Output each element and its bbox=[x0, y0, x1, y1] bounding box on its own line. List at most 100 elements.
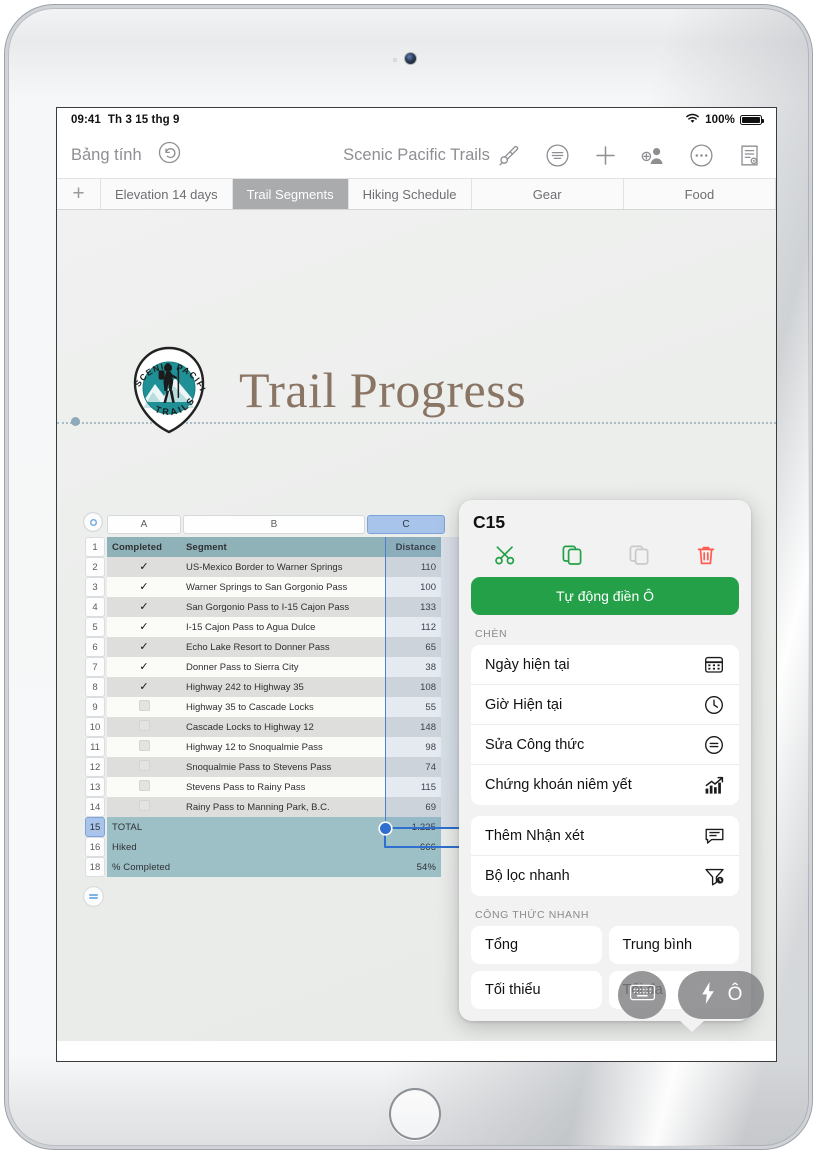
cell-segment[interactable]: I-15 Cajon Pass to Agua Dulce bbox=[181, 617, 363, 637]
table-row[interactable]: Stevens Pass to Rainy Pass 115 bbox=[107, 777, 441, 797]
menu-item-quick-filter[interactable]: Bộ lọc nhanh bbox=[471, 856, 739, 896]
row-number[interactable]: 13 bbox=[85, 777, 105, 797]
copy-icon[interactable] bbox=[557, 541, 587, 569]
cell-completed[interactable]: ✓ bbox=[107, 657, 181, 677]
format-brush-icon[interactable] bbox=[496, 142, 522, 168]
cell-completed[interactable] bbox=[107, 757, 181, 777]
formula-cell-toggle[interactable]: Ô bbox=[678, 971, 764, 1019]
cell-segment[interactable]: Rainy Pass to Manning Park, B.C. bbox=[181, 797, 363, 817]
row-number[interactable]: 1 bbox=[85, 537, 105, 557]
autofill-cell-button[interactable]: Tự động điền Ô bbox=[471, 577, 739, 615]
quick-formula-sum[interactable]: Tổng bbox=[471, 926, 602, 964]
cell-distance[interactable]: 148 bbox=[363, 717, 441, 737]
cell-distance[interactable]: 133 bbox=[363, 597, 441, 617]
row-number[interactable]: 8 bbox=[85, 677, 105, 697]
undo-icon[interactable] bbox=[158, 141, 181, 169]
document-options-icon[interactable] bbox=[736, 142, 762, 168]
cut-icon[interactable] bbox=[490, 541, 520, 569]
cell-completed[interactable] bbox=[107, 717, 181, 737]
summary-value[interactable]: 666 bbox=[363, 837, 441, 857]
table-select-handle[interactable] bbox=[83, 512, 103, 532]
trash-icon[interactable] bbox=[691, 541, 721, 569]
cell-distance[interactable]: 98 bbox=[363, 737, 441, 757]
row-number[interactable]: 7 bbox=[85, 657, 105, 677]
cell-segment[interactable]: Warner Springs to San Gorgonio Pass bbox=[181, 577, 363, 597]
table-row[interactable]: ✓ I-15 Cajon Pass to Agua Dulce 112 bbox=[107, 617, 441, 637]
row-number-selected[interactable]: 15 bbox=[85, 817, 105, 837]
table-summary-row[interactable]: TOTAL 1.225 bbox=[107, 817, 441, 837]
row-number[interactable]: 4 bbox=[85, 597, 105, 617]
row-number[interactable]: 12 bbox=[85, 757, 105, 777]
cell-segment[interactable]: Highway 35 to Cascade Locks bbox=[181, 697, 363, 717]
cell-segment[interactable]: San Gorgonio Pass to I-15 Cajon Pass bbox=[181, 597, 363, 617]
table-row[interactable]: ✓ San Gorgonio Pass to I-15 Cajon Pass 133 bbox=[107, 597, 441, 617]
table-row[interactable]: ✓ Highway 242 to Highway 35 108 bbox=[107, 677, 441, 697]
home-button[interactable] bbox=[389, 1088, 441, 1140]
table-row[interactable]: ✓ Warner Springs to San Gorgonio Pass 100 bbox=[107, 577, 441, 597]
cell-completed[interactable]: ✓ bbox=[107, 677, 181, 697]
row-number[interactable]: 5 bbox=[85, 617, 105, 637]
cell-distance[interactable]: 74 bbox=[363, 757, 441, 777]
row-number[interactable]: 11 bbox=[85, 737, 105, 757]
cell-segment[interactable]: Stevens Pass to Rainy Pass bbox=[181, 777, 363, 797]
table-row[interactable]: ✓ Donner Pass to Sierra City 38 bbox=[107, 657, 441, 677]
row-number[interactable]: 16 bbox=[85, 837, 105, 857]
sheet-tab-gear[interactable]: Gear bbox=[472, 179, 624, 209]
page-title[interactable]: Trail Progress bbox=[239, 361, 526, 419]
cell-segment[interactable]: Cascade Locks to Highway 12 bbox=[181, 717, 363, 737]
table-row[interactable]: ✓ US-Mexico Border to Warner Springs 110 bbox=[107, 557, 441, 577]
cell-segment[interactable]: Highway 12 to Snoqualmie Pass bbox=[181, 737, 363, 757]
cell-segment[interactable]: US-Mexico Border to Warner Springs bbox=[181, 557, 363, 577]
cell-distance[interactable]: 69 bbox=[363, 797, 441, 817]
table-summary-row[interactable]: % Completed 54% bbox=[107, 857, 441, 877]
cell-segment[interactable]: Highway 242 to Highway 35 bbox=[181, 677, 363, 697]
table-row[interactable]: Highway 12 to Snoqualmie Pass 98 bbox=[107, 737, 441, 757]
cell-distance[interactable]: 38 bbox=[363, 657, 441, 677]
add-row-handle[interactable] bbox=[83, 886, 104, 907]
cell-distance[interactable]: 108 bbox=[363, 677, 441, 697]
cell-completed[interactable]: ✓ bbox=[107, 577, 181, 597]
cell-completed[interactable]: ✓ bbox=[107, 557, 181, 577]
row-number[interactable]: 6 bbox=[85, 637, 105, 657]
cell-distance[interactable]: 112 bbox=[363, 617, 441, 637]
cell-completed[interactable]: ✓ bbox=[107, 637, 181, 657]
keyboard-button[interactable] bbox=[618, 971, 666, 1019]
collaborate-icon[interactable] bbox=[640, 142, 666, 168]
row-number[interactable]: 14 bbox=[85, 797, 105, 817]
summary-value[interactable]: 1.225 bbox=[363, 817, 441, 837]
row-number[interactable]: 10 bbox=[85, 717, 105, 737]
table-row[interactable]: ✓ Echo Lake Resort to Donner Pass 65 bbox=[107, 637, 441, 657]
cell-completed[interactable] bbox=[107, 737, 181, 757]
sheet-tab-hiking-schedule[interactable]: Hiking Schedule bbox=[349, 179, 472, 209]
menu-item-edit-formula[interactable]: Sửa Công thức bbox=[471, 725, 739, 765]
table-summary-row[interactable]: Hiked 666 bbox=[107, 837, 441, 857]
quick-formula-average[interactable]: Trung bình bbox=[608, 926, 739, 964]
cell-segment[interactable]: Snoqualmie Pass to Stevens Pass bbox=[181, 757, 363, 777]
table-row[interactable]: Rainy Pass to Manning Park, B.C. 69 bbox=[107, 797, 441, 817]
more-icon[interactable] bbox=[688, 142, 714, 168]
sheet-tab-trail-segments[interactable]: Trail Segments bbox=[232, 179, 349, 209]
cell-completed[interactable] bbox=[107, 777, 181, 797]
cell-completed[interactable]: ✓ bbox=[107, 617, 181, 637]
cell-completed[interactable] bbox=[107, 697, 181, 717]
cell-distance[interactable]: 115 bbox=[363, 777, 441, 797]
cell-segment[interactable]: Donner Pass to Sierra City bbox=[181, 657, 363, 677]
cell-distance[interactable]: 65 bbox=[363, 637, 441, 657]
plus-icon[interactable] bbox=[592, 142, 618, 168]
menu-item-add-comment[interactable]: Thêm Nhận xét bbox=[471, 816, 739, 856]
cell-completed[interactable] bbox=[107, 797, 181, 817]
sheet-tab-food[interactable]: Food bbox=[624, 179, 776, 209]
row-number[interactable]: 3 bbox=[85, 577, 105, 597]
row-number[interactable]: 9 bbox=[85, 697, 105, 717]
quick-formula-min[interactable]: Tối thiểu bbox=[471, 971, 602, 1009]
back-to-spreadsheets-button[interactable]: Bảng tính bbox=[71, 146, 142, 165]
column-header-a[interactable]: A bbox=[107, 515, 181, 534]
table-row[interactable]: Cascade Locks to Highway 12 148 bbox=[107, 717, 441, 737]
cell-distance[interactable]: 110 bbox=[363, 557, 441, 577]
column-header-b[interactable]: B bbox=[183, 515, 365, 534]
row-number[interactable]: 2 bbox=[85, 557, 105, 577]
menu-item-current-time[interactable]: Giờ Hiện tại bbox=[471, 685, 739, 725]
add-sheet-button[interactable]: + bbox=[57, 179, 101, 209]
cell-distance[interactable]: 100 bbox=[363, 577, 441, 597]
sheet-tab-elevation[interactable]: Elevation 14 days bbox=[101, 179, 233, 209]
